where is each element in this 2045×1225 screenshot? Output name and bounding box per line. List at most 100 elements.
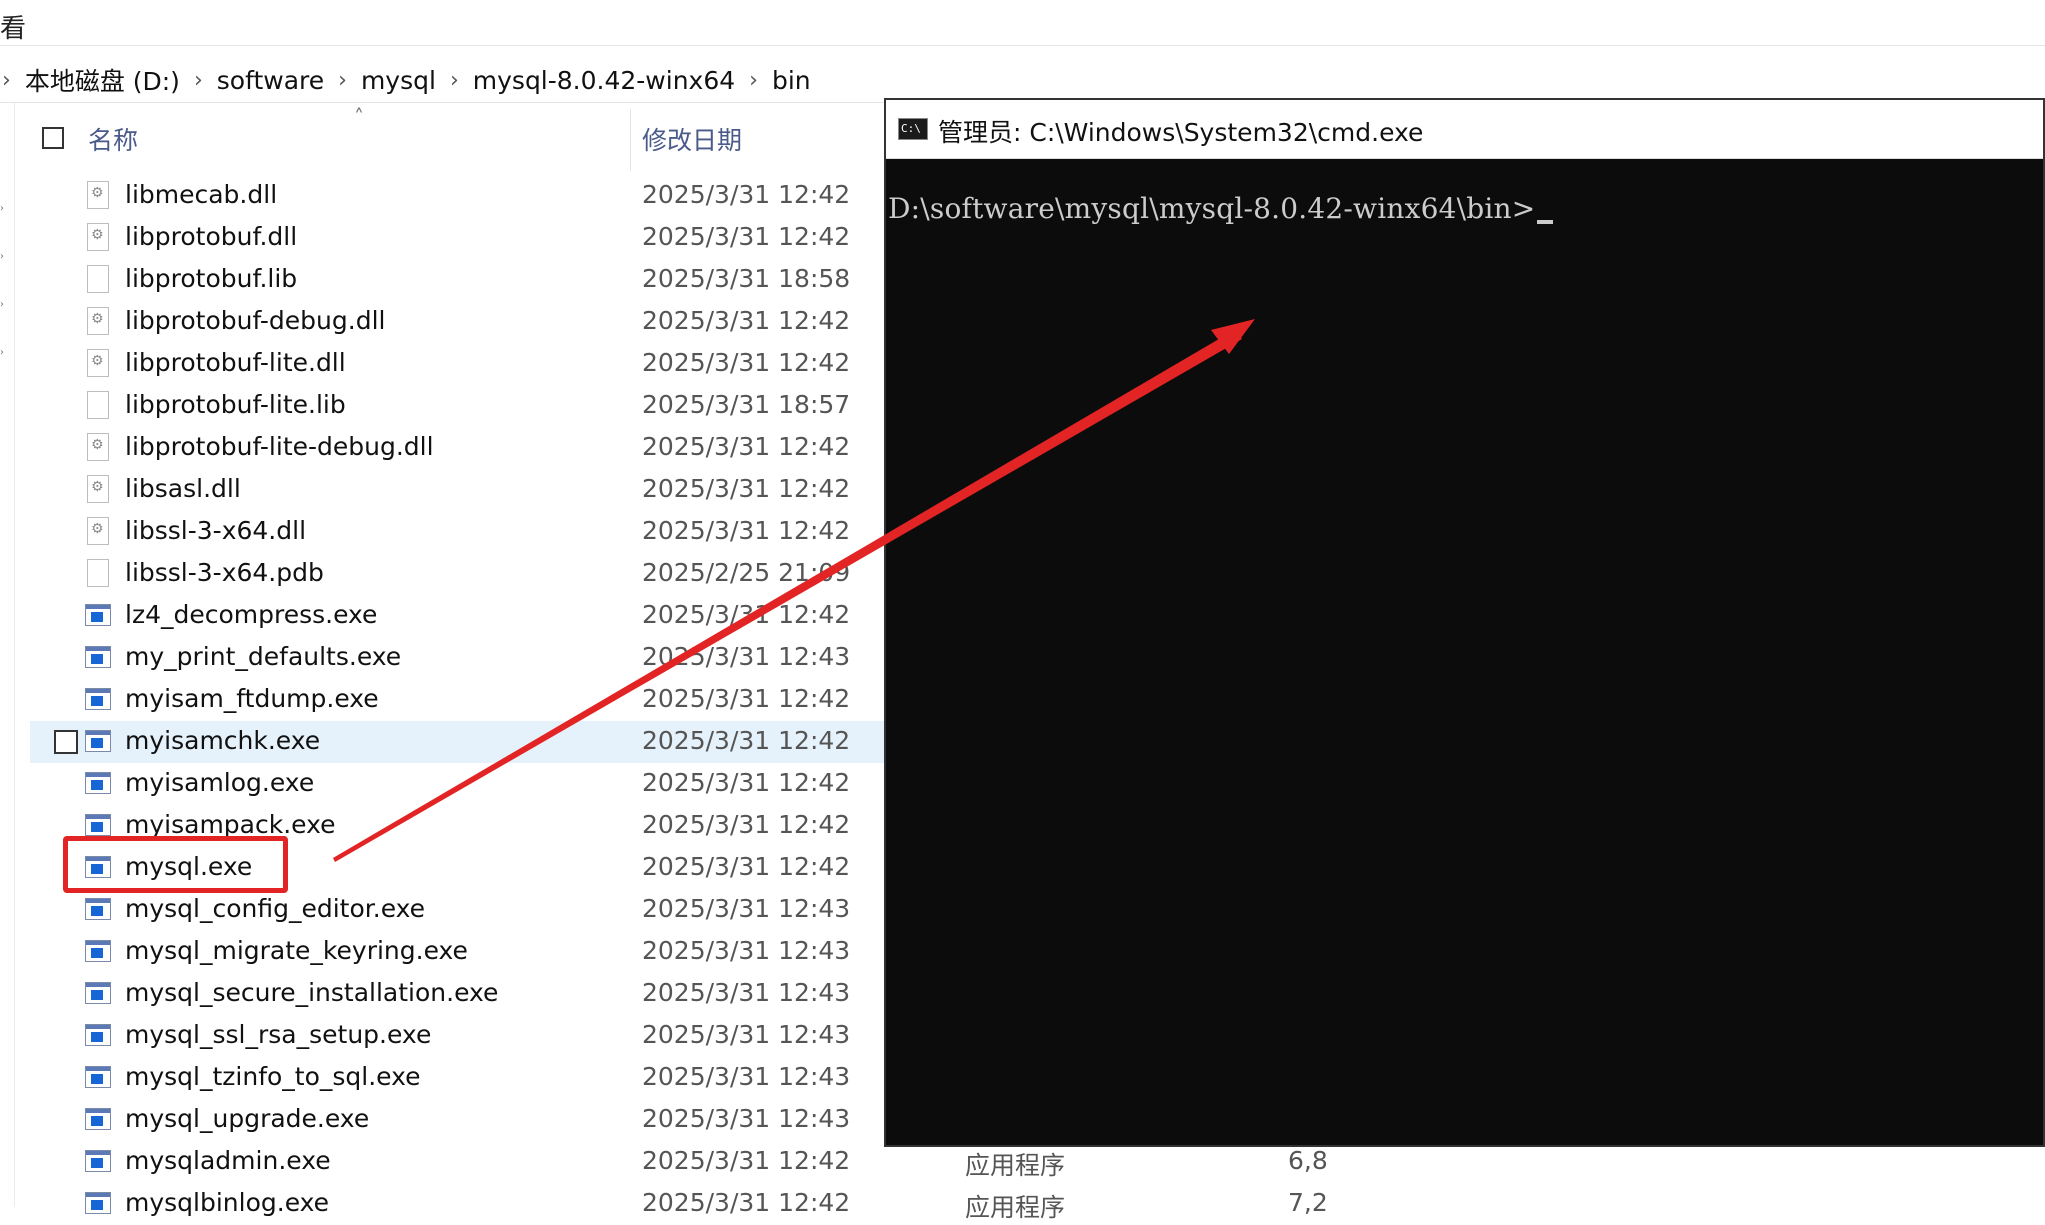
breadcrumb-item-mysql-version[interactable]: mysql-8.0.42-winx64 [473, 66, 735, 95]
blank-file-icon [85, 265, 111, 293]
exe-file-icon [85, 1021, 111, 1049]
file-date-modified: 2025/3/31 12:43 [642, 894, 851, 923]
breadcrumb-item-drive[interactable]: 本地磁盘 (D:) [25, 62, 180, 98]
file-name: libsasl.dll [125, 474, 241, 503]
chevron-right-icon[interactable]: › [194, 68, 203, 93]
exe-file-icon [85, 1105, 111, 1133]
chevron-right-icon: › [2, 67, 11, 93]
breadcrumb-item-mysql[interactable]: mysql [361, 66, 436, 95]
file-date-modified: 2025/3/31 12:42 [642, 222, 851, 251]
highlight-box-mysql-exe [63, 836, 288, 893]
file-date-modified: 2025/3/31 18:57 [642, 390, 851, 419]
exe-file-icon [85, 895, 111, 923]
chevron-right-icon[interactable]: › [338, 68, 347, 93]
table-row[interactable]: mysqladmin.exe 2025/3/31 12:42 应用程序 6,8 [30, 1141, 1360, 1183]
file-type: 应用程序 [965, 1193, 1066, 1222]
dll-file-icon [85, 433, 111, 461]
file-date-modified: 2025/3/31 12:42 [642, 474, 851, 503]
exe-file-icon [85, 643, 111, 671]
breadcrumb-item-software[interactable]: software [217, 66, 324, 95]
file-name: mysql_upgrade.exe [125, 1104, 370, 1133]
text-cursor [1537, 220, 1554, 224]
dll-file-icon [85, 223, 111, 251]
file-name: mysqladmin.exe [125, 1146, 331, 1175]
file-name: libprotobuf-lite.lib [125, 390, 346, 419]
file-name: mysql_migrate_keyring.exe [125, 936, 468, 965]
cmd-prompt-line: D:\software\mysql\mysql-8.0.42-winx64\bi… [888, 192, 1554, 225]
blank-file-icon [85, 391, 111, 419]
file-name: libssl-3-x64.pdb [125, 558, 324, 587]
cmd-window-title: 管理员: C:\Windows\System32\cmd.exe [938, 118, 1424, 147]
table-row[interactable]: mysqlbinlog.exe 2025/3/31 12:42 应用程序 7,2 [30, 1183, 1360, 1225]
navigation-pane-edge: › › › › [0, 103, 15, 1207]
dll-file-icon [85, 349, 111, 377]
column-header-date-modified[interactable]: 修改日期 [642, 121, 742, 157]
exe-file-icon [85, 1147, 111, 1175]
exe-file-icon [85, 1189, 111, 1217]
exe-file-icon [85, 601, 111, 629]
chevron-right-icon[interactable]: › [450, 68, 459, 93]
file-date-modified: 2025/3/31 12:42 [642, 1188, 851, 1217]
address-bar[interactable]: › 本地磁盘 (D:) › software › mysql › mysql-8… [0, 58, 2045, 103]
menu-bar: 看 [0, 0, 2045, 46]
breadcrumb-item-bin[interactable]: bin [772, 66, 811, 95]
exe-file-icon [85, 979, 111, 1007]
menu-view-label[interactable]: 看 [0, 8, 26, 45]
breadcrumb: › 本地磁盘 (D:) › software › mysql › mysql-8… [2, 62, 811, 98]
file-type: 应用程序 [965, 1151, 1066, 1180]
exe-file-icon [85, 1063, 111, 1091]
cmd-console[interactable]: D:\software\mysql\mysql-8.0.42-winx64\bi… [886, 158, 2043, 1145]
file-date-modified: 2025/3/31 12:43 [642, 978, 851, 1007]
file-date-modified: 2025/3/31 12:42 [642, 180, 851, 209]
exe-file-icon [85, 727, 111, 755]
column-divider[interactable] [630, 109, 631, 171]
file-name: libmecab.dll [125, 180, 278, 209]
cmd-prompt-text: D:\software\mysql\mysql-8.0.42-winx64\bi… [888, 192, 1536, 225]
chevron-icon[interactable]: › [0, 251, 6, 262]
file-name: my_print_defaults.exe [125, 642, 402, 671]
blank-file-icon [85, 559, 111, 587]
file-size: 7,2 [1288, 1188, 1328, 1217]
file-date-modified: 2025/3/31 12:42 [642, 684, 851, 713]
file-name: myisamchk.exe [125, 726, 321, 755]
file-date-modified: 2025/3/31 12:42 [642, 726, 851, 755]
dll-file-icon [85, 475, 111, 503]
file-date-modified: 2025/3/31 12:42 [642, 306, 851, 335]
file-name: mysql_tzinfo_to_sql.exe [125, 1062, 421, 1091]
chevron-icon[interactable]: › [0, 347, 6, 358]
row-checkbox[interactable] [54, 730, 78, 754]
file-name: myisampack.exe [125, 810, 336, 839]
file-date-modified: 2025/3/31 12:42 [642, 348, 851, 377]
file-name: libprotobuf.lib [125, 264, 298, 293]
exe-file-icon [85, 811, 111, 839]
file-date-modified: 2025/3/31 12:42 [642, 852, 851, 881]
file-name: libprotobuf.dll [125, 222, 298, 251]
dll-file-icon [85, 181, 111, 209]
dll-file-icon [85, 517, 111, 545]
file-name: myisamlog.exe [125, 768, 315, 797]
file-date-modified: 2025/3/31 12:42 [642, 516, 851, 545]
file-name: libprotobuf-lite.dll [125, 348, 346, 377]
cmd-title-bar[interactable]: C:\ 管理员: C:\Windows\System32\cmd.exe [886, 100, 2043, 159]
file-name: mysqlbinlog.exe [125, 1188, 330, 1217]
chevron-right-icon[interactable]: › [749, 68, 758, 93]
cmd-window[interactable]: C:\ 管理员: C:\Windows\System32\cmd.exe D:\… [884, 98, 2045, 1147]
sort-ascending-icon: ˄ [354, 105, 364, 129]
cmd-app-icon: C:\ [898, 118, 928, 140]
exe-file-icon [85, 685, 111, 713]
file-name: myisam_ftdump.exe [125, 684, 379, 713]
file-date-modified: 2025/3/31 12:43 [642, 642, 851, 671]
file-name: mysql_config_editor.exe [125, 894, 426, 923]
column-header-name[interactable]: 名称 [88, 121, 138, 157]
file-name: mysql_ssl_rsa_setup.exe [125, 1020, 432, 1049]
file-name: libprotobuf-lite-debug.dll [125, 432, 434, 461]
chevron-icon[interactable]: › [0, 299, 6, 310]
file-date-modified: 2025/3/31 12:43 [642, 1104, 851, 1133]
select-all-checkbox[interactable] [42, 127, 64, 149]
chevron-icon[interactable]: › [0, 203, 6, 214]
file-name: libprotobuf-debug.dll [125, 306, 386, 335]
file-date-modified: 2025/3/31 12:42 [642, 810, 851, 839]
file-date-modified: 2025/3/31 12:42 [642, 1146, 851, 1175]
file-name: lz4_decompress.exe [125, 600, 378, 629]
file-date-modified: 2025/3/31 12:42 [642, 768, 851, 797]
